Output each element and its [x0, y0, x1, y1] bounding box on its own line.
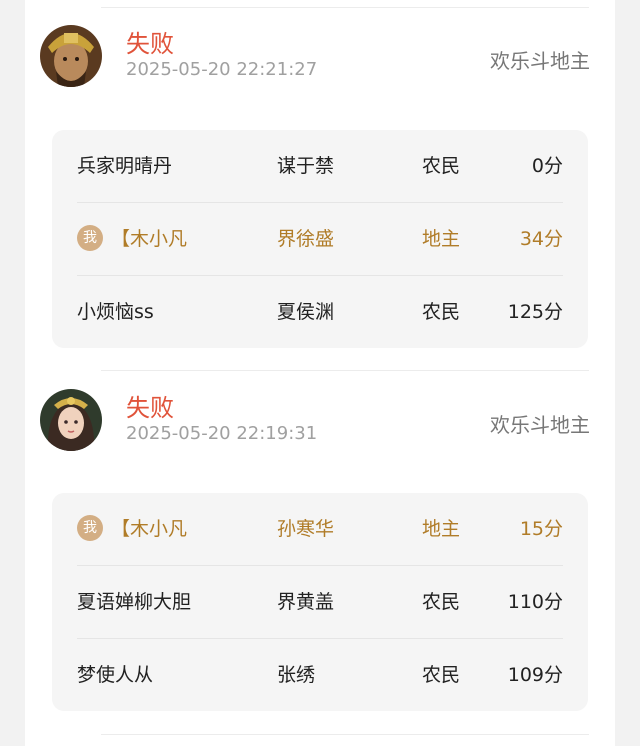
- player-role: 地主: [422, 228, 461, 250]
- player-role: 地主: [422, 518, 461, 540]
- player-row-me: 我【木小凡 孙寒华 地主 15分: [77, 493, 563, 566]
- player-row-me: 我【木小凡 界徐盛 地主 34分: [77, 203, 563, 276]
- player-name: 梦使人从: [77, 664, 154, 686]
- game-mode: 欢乐斗地主: [490, 49, 590, 73]
- player-hero: 孙寒华: [277, 518, 335, 540]
- record-divider: [101, 734, 589, 735]
- player-row: 小烦恼ss 夏侯渊 农民 125分: [77, 276, 563, 348]
- player-score: 34分: [519, 228, 563, 250]
- player-name: 夏语婵柳大胆: [77, 591, 192, 613]
- result-label: 失败: [126, 30, 174, 58]
- player-name: 小烦恼ss: [77, 301, 154, 323]
- record-divider: [101, 7, 589, 8]
- player-role: 农民: [422, 301, 461, 323]
- player-hero: 夏侯渊: [277, 301, 335, 323]
- player-name-cell: 我【木小凡: [77, 493, 187, 565]
- player-role: 农民: [422, 664, 461, 686]
- player-score: 109分: [507, 664, 563, 686]
- avatar[interactable]: [40, 389, 102, 451]
- heroine-avatar-icon: [40, 389, 102, 451]
- player-score: 15分: [519, 518, 563, 540]
- player-hero: 张绣: [277, 664, 316, 686]
- warrior-avatar-icon: [40, 25, 102, 87]
- player-hero: 界徐盛: [277, 228, 335, 250]
- avatar[interactable]: [40, 25, 102, 87]
- player-score: 0分: [531, 155, 563, 177]
- player-hero: 界黄盖: [277, 591, 335, 613]
- player-score: 110分: [507, 591, 563, 613]
- player-name: 兵家明晴丹: [77, 155, 173, 177]
- player-name-cell: 我【木小凡: [77, 203, 187, 275]
- player-row: 梦使人从 张绣 农民 109分: [77, 639, 563, 711]
- player-table: 兵家明晴丹 谋于禁 农民 0分 我【木小凡 界徐盛 地主 34分 小烦恼ss 夏…: [52, 130, 588, 348]
- player-name: 【木小凡: [111, 518, 188, 540]
- player-role: 农民: [422, 155, 461, 177]
- match-time: 2025-05-20 22:19:31: [126, 423, 318, 444]
- game-mode: 欢乐斗地主: [490, 413, 590, 437]
- player-row: 夏语婵柳大胆 界黄盖 农民 110分: [77, 566, 563, 639]
- player-hero: 谋于禁: [277, 155, 335, 177]
- player-row: 兵家明晴丹 谋于禁 农民 0分: [77, 130, 563, 203]
- player-score: 125分: [507, 301, 563, 323]
- player-name: 【木小凡: [111, 228, 188, 250]
- me-badge-icon: 我: [77, 224, 103, 251]
- result-label: 失败: [126, 394, 174, 422]
- record-divider: [101, 370, 589, 371]
- match-time: 2025-05-20 22:21:27: [126, 59, 318, 80]
- player-table: 我【木小凡 孙寒华 地主 15分 夏语婵柳大胆 界黄盖 农民 110分 梦使人从…: [52, 493, 588, 711]
- player-role: 农民: [422, 591, 461, 613]
- me-badge-icon: 我: [77, 514, 103, 541]
